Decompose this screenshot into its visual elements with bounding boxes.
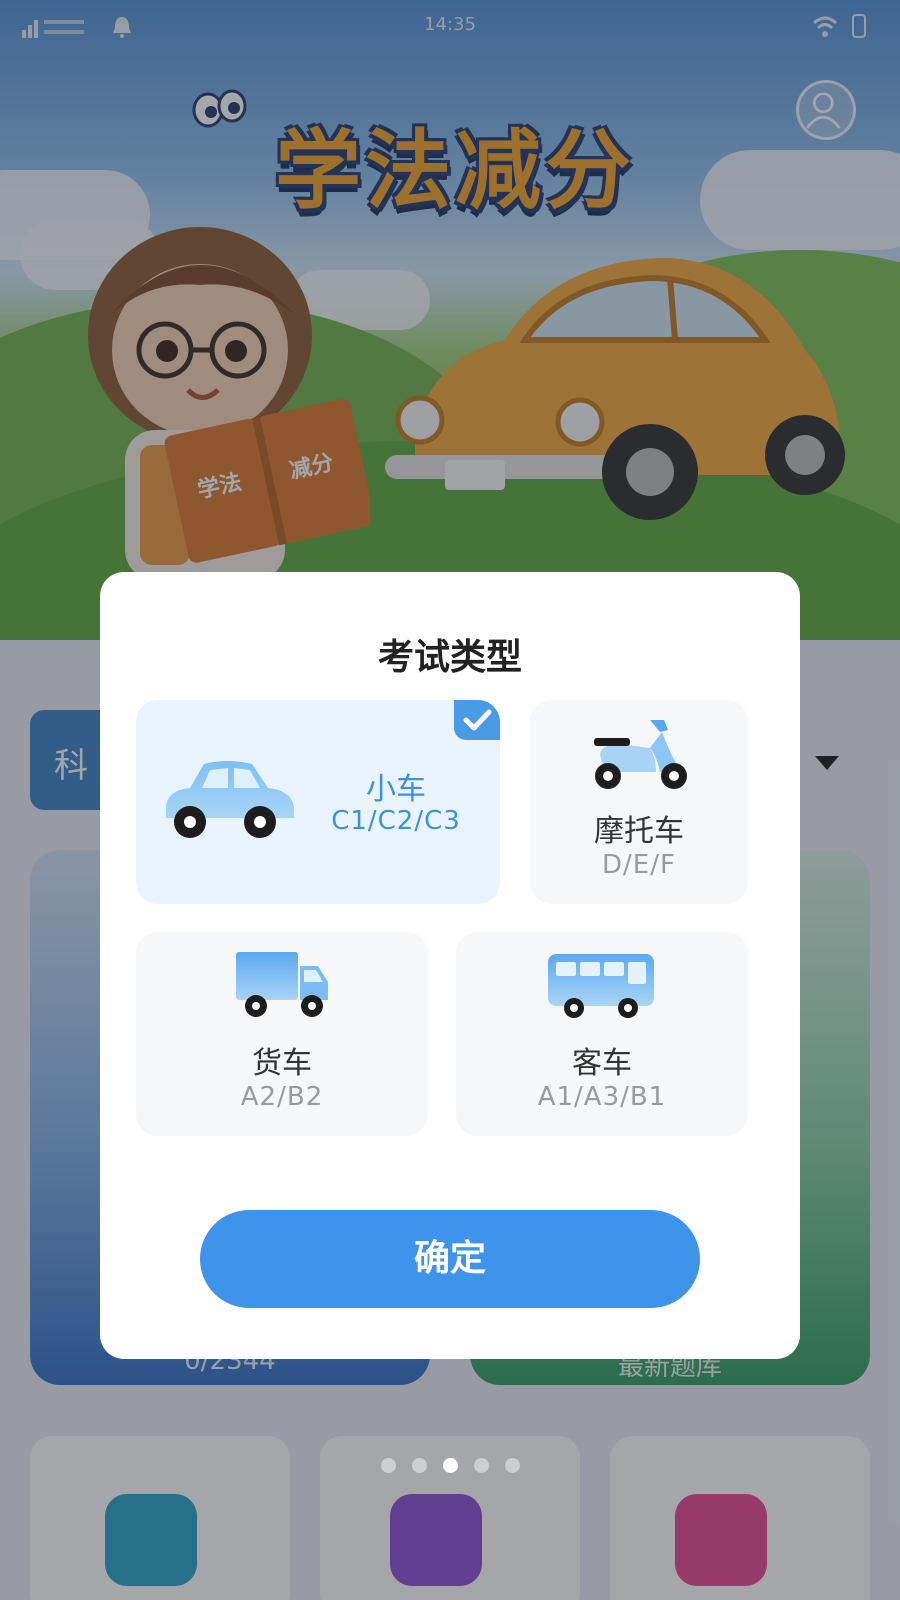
truck-icon (236, 952, 328, 1017)
option-truck-name: 货车 (252, 1046, 312, 1081)
checkmark-icon (454, 700, 500, 740)
option-bus-name: 客车 (572, 1046, 632, 1081)
bus-icon (548, 954, 654, 1018)
option-motorcycle-code: D/E/F (602, 850, 676, 880)
page-dot[interactable] (473, 1458, 489, 1473)
page-dot-active[interactable] (442, 1458, 458, 1473)
dialog-title: 考试类型 (377, 637, 522, 678)
confirm-button[interactable]: 确定 (200, 1210, 700, 1308)
option-bus[interactable]: 客车 A1/A3/B1 (456, 932, 748, 1136)
exam-type-dialog: 考试类型 小车 C1/C2/C3 摩托车 D/E/F 货车 A2/B2 客车 A… (100, 572, 800, 1359)
page-dot[interactable] (504, 1458, 520, 1473)
page-dot[interactable] (380, 1458, 396, 1473)
option-truck[interactable]: 货车 A2/B2 (136, 932, 428, 1136)
car-icon (166, 761, 294, 838)
option-motorcycle[interactable]: 摩托车 D/E/F (530, 700, 748, 904)
option-car-name: 小车 (366, 772, 426, 807)
option-truck-code: A2/B2 (240, 1082, 324, 1112)
option-car-code: C1/C2/C3 (331, 806, 461, 836)
option-motorcycle-name: 摩托车 (594, 814, 684, 849)
page-dot[interactable] (411, 1458, 427, 1473)
option-car[interactable]: 小车 C1/C2/C3 (136, 700, 500, 904)
motorcycle-icon (594, 720, 687, 789)
page-indicator (0, 1458, 900, 1473)
option-bus-code: A1/A3/B1 (537, 1082, 667, 1112)
